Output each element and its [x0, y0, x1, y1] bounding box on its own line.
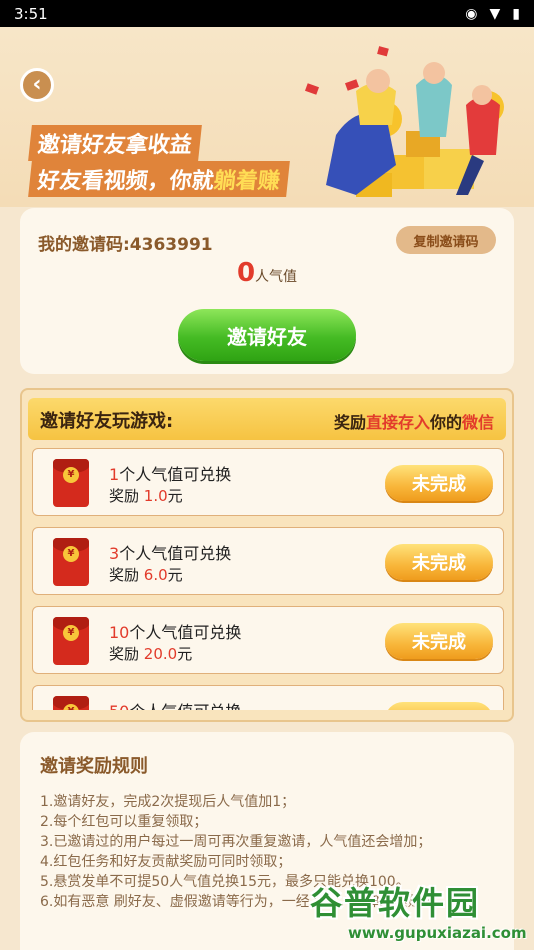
copy-invite-code-button[interactable]: 复制邀请码: [396, 226, 496, 254]
red-envelope-icon: ¥: [53, 459, 89, 507]
rule-item: 4.红包任务和好友贡献奖励可同时领取；: [40, 854, 292, 870]
task-reward: 奖励 20.0元: [109, 643, 192, 664]
task-requirement: 1个人气值可兑换: [109, 461, 231, 485]
task-status-button[interactable]: 未完成: [385, 544, 493, 580]
task-reward-amount: 20.0: [143, 645, 178, 663]
rule-item: 2.每个红包可以重复领取；: [40, 814, 208, 830]
task-item: ¥ 3个人气值可兑换 奖励 6.0元 未完成: [32, 527, 504, 595]
task-reward-amount: 6.0: [143, 566, 168, 584]
games-title: 邀请好友玩游戏:: [40, 411, 174, 432]
back-button[interactable]: ‹: [20, 68, 54, 102]
task-status-button[interactable]: 未完成: [385, 465, 493, 501]
task-count: 50: [109, 702, 129, 710]
red-envelope-icon: ¥: [53, 538, 89, 586]
task-count: 1: [109, 465, 120, 484]
rule-item: 1.邀请好友，完成2次提现后人气值加1；: [40, 794, 296, 810]
reward-prefix: 奖励: [333, 413, 366, 432]
task-reward-unit: 元: [167, 566, 183, 584]
hero-subtitle: 好友看视频，你就躺着赚: [28, 161, 290, 197]
status-time: 3:51: [14, 4, 48, 23]
task-requirement-text: 个人气值可兑换: [119, 544, 232, 563]
battery-icon: ▮: [512, 5, 520, 22]
task-reward-label: 奖励: [109, 566, 144, 584]
task-item: ¥ 1个人气值可兑换 奖励 1.0元 未完成: [32, 448, 504, 516]
reward-highlight-deposit: 直接存入: [365, 413, 430, 432]
games-header: 邀请好友玩游戏: 奖励直接存入你的微信: [28, 398, 506, 440]
task-requirement-text: 个人气值可兑换: [129, 702, 241, 710]
red-envelope-icon: ¥: [53, 696, 89, 710]
site-watermark: 谷普软件园 www.gupuxiazai.com: [306, 876, 534, 950]
task-status-button[interactable]: [385, 702, 493, 710]
hero-banner: ‹ 邀请好友拿收益 好友看视频，你就躺着赚: [0, 27, 534, 207]
invite-friends-button[interactable]: 邀请好友: [178, 309, 356, 361]
task-reward-label: 奖励: [109, 487, 144, 505]
invite-code-card: 我的邀请码:4363991 复制邀请码 0人气值 邀请好友: [20, 208, 514, 374]
task-requirement: 3个人气值可兑换: [109, 540, 231, 564]
task-reward-unit: 元: [177, 645, 193, 663]
task-reward: 奖励 1.0元: [109, 485, 183, 506]
task-requirement-text: 个人气值可兑换: [119, 465, 232, 484]
watermark-name: 谷普软件园: [310, 884, 481, 922]
status-bar: 3:51 ◉ ▼ ▮: [0, 0, 534, 27]
reward-highlight-wechat: 微信: [461, 413, 494, 432]
reward-middle: 你的: [429, 413, 462, 432]
people-illustration: [304, 46, 504, 197]
wifi-icon: ▼: [489, 5, 501, 22]
task-item: ¥ 10个人气值可兑换 奖励 20.0元 未完成: [32, 606, 504, 674]
task-count: 3: [109, 544, 120, 563]
invite-code-label: 我的邀请码:4363991: [38, 235, 213, 255]
location-icon: ◉: [465, 5, 478, 22]
task-reward-unit: 元: [167, 487, 183, 505]
task-reward-amount: 1.0: [143, 487, 168, 505]
hero-subtitle-prefix: 好友看视频，你就: [36, 169, 216, 194]
task-list[interactable]: ¥ 1个人气值可兑换 奖励 1.0元 未完成 ¥ 3个人气值可兑换 奖励 6.0…: [32, 448, 504, 710]
task-requirement: 50个人气值可兑换: [109, 698, 241, 710]
chevron-left-icon: ‹: [32, 72, 42, 97]
hero-title: 邀请好友拿收益: [28, 125, 202, 161]
rule-item: 3.已邀请过的用户每过一周可再次重复邀请，人气值还会增加；: [40, 834, 432, 850]
watermark-url: www.gupuxiazai.com: [348, 924, 527, 942]
invite-games-card: 邀请好友玩游戏: 奖励直接存入你的微信 ¥ 1个人气值可兑换 奖励 1.0元 未…: [20, 388, 514, 722]
task-status-button[interactable]: 未完成: [385, 623, 493, 659]
task-reward-label: 奖励: [109, 645, 144, 663]
task-requirement-text: 个人气值可兑换: [129, 623, 242, 642]
games-reward-note: 奖励直接存入你的微信: [334, 409, 494, 433]
popularity-display: 0人气值: [20, 258, 514, 288]
task-reward: 奖励 6.0元: [109, 564, 183, 585]
status-icons: ◉ ▼ ▮: [465, 6, 520, 22]
popularity-unit: 人气值: [255, 269, 298, 285]
rules-title: 邀请奖励规则: [40, 756, 148, 777]
task-requirement: 10个人气值可兑换: [109, 619, 241, 643]
hero-subtitle-highlight: 躺着赚: [212, 169, 282, 194]
popularity-value: 0: [236, 258, 256, 288]
task-count: 10: [109, 623, 130, 642]
red-envelope-icon: ¥: [53, 617, 89, 665]
task-item: ¥ 50个人气值可兑换: [32, 685, 504, 710]
